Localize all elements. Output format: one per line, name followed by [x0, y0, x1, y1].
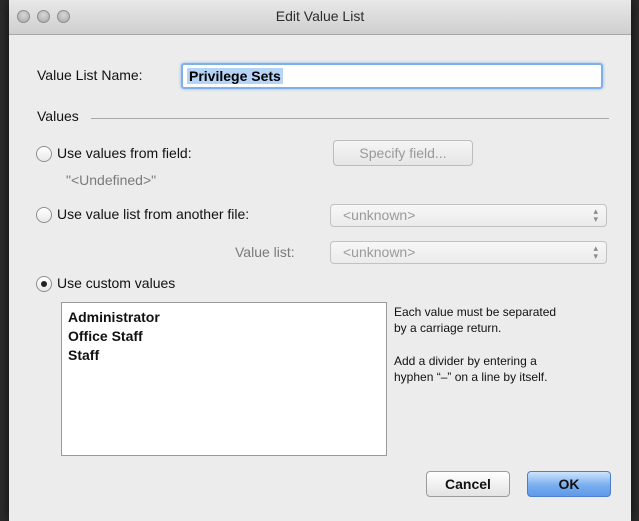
- use-custom-values-radio[interactable]: [36, 276, 52, 292]
- help-line: Add a divider by entering a: [394, 354, 537, 368]
- value-list-popup-value: <unknown>: [343, 244, 416, 260]
- value-list-name-label: Value List Name:: [37, 67, 143, 83]
- title-bar: Edit Value List: [9, 0, 631, 35]
- value-list-name-input[interactable]: Privilege Sets: [181, 63, 603, 89]
- undefined-field-text: "<Undefined>": [66, 172, 157, 188]
- custom-values-textarea[interactable]: Administrator Office Staff Staff: [61, 302, 387, 456]
- file-popup[interactable]: <unknown> ▴ ▾: [330, 204, 607, 227]
- ok-button[interactable]: OK: [527, 471, 611, 497]
- help-text: Each value must be separated by a carria…: [394, 304, 556, 385]
- value-list-label: Value list:: [235, 244, 295, 260]
- list-item: Staff: [68, 347, 100, 363]
- use-values-from-field-radio[interactable]: [36, 146, 52, 162]
- use-custom-values-label[interactable]: Use custom values: [57, 275, 175, 291]
- specify-field-button[interactable]: Specify field...: [333, 140, 473, 166]
- help-line: hyphen “–” on a line by itself.: [394, 370, 548, 384]
- popup-arrows-icon: ▴ ▾: [593, 243, 598, 261]
- file-popup-value: <unknown>: [343, 207, 416, 223]
- use-value-list-from-file-radio[interactable]: [36, 207, 52, 223]
- list-item: Office Staff: [68, 328, 143, 344]
- window-title: Edit Value List: [275, 8, 365, 24]
- help-line: by a carriage return.: [394, 321, 502, 335]
- values-separator: [91, 118, 609, 119]
- help-line: Each value must be separated: [394, 305, 557, 319]
- use-values-from-field-label[interactable]: Use values from field:: [57, 145, 192, 161]
- edit-value-list-dialog: Edit Value List Value List Name: Privile…: [9, 0, 631, 521]
- use-value-list-from-file-label[interactable]: Use value list from another file:: [57, 206, 249, 222]
- popup-arrows-icon: ▴ ▾: [593, 206, 598, 224]
- values-section-label: Values: [37, 108, 79, 124]
- cancel-button[interactable]: Cancel: [426, 471, 510, 497]
- list-item: Administrator: [68, 309, 160, 325]
- value-list-name-value: Privilege Sets: [187, 68, 283, 84]
- value-list-popup[interactable]: <unknown> ▴ ▾: [330, 241, 607, 264]
